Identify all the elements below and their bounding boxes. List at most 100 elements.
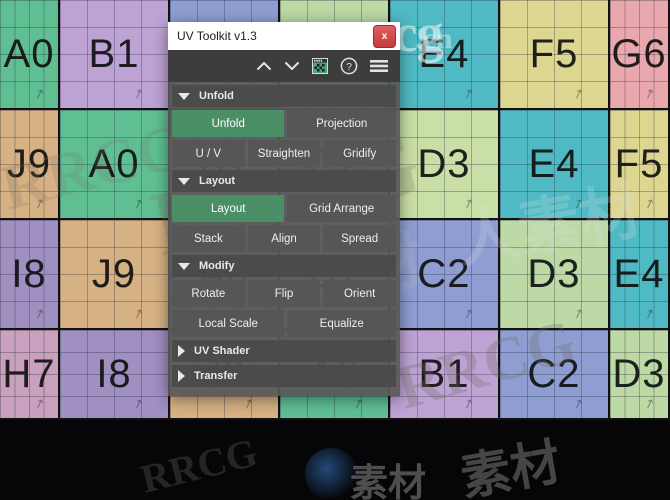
button-unfold[interactable]: Unfold — [172, 110, 285, 137]
uv-orientation-arrow-icon: ↗ — [130, 394, 147, 413]
uv-grid-cell: J9 ↗ — [0, 110, 60, 220]
uv-toolkit-window[interactable]: UV Toolkit v1.3 x ? Unfold Unfold Projec… — [168, 22, 400, 396]
uv-cell-label: C2 — [527, 352, 581, 396]
uv-grid-cell: H7↗ — [0, 330, 60, 420]
section-header-transfer[interactable]: Transfer — [172, 365, 396, 387]
uv-cell-label: D3 — [527, 252, 581, 296]
button-row: Rotate Flip Orient — [172, 280, 397, 307]
uv-orientation-arrow-icon: ↗ — [570, 304, 587, 323]
button-stack[interactable]: Stack — [172, 225, 245, 252]
uv-cell-label: H7 — [2, 352, 56, 396]
button-orient[interactable]: Orient — [323, 280, 397, 307]
chevron-down-icon — [178, 92, 190, 100]
uv-cell-label: G6 — [611, 32, 667, 76]
button-u-v[interactable]: U / V — [172, 140, 245, 167]
section-label: Modify — [199, 260, 235, 272]
uv-cell-label: F5 — [529, 32, 579, 76]
uv-orientation-arrow-icon: ↗ — [240, 394, 257, 413]
uv-cell-label: A0 — [3, 32, 55, 76]
uv-cell-label: B1 — [418, 352, 470, 396]
uv-orientation-arrow-icon: ↗ — [641, 394, 658, 413]
section-label: Transfer — [194, 370, 238, 382]
uv-grid-cell: D3 ↗ — [500, 220, 610, 330]
uv-grid-cell: B1↗ — [60, 0, 170, 110]
button-row: U / V Straighten Gridify — [172, 140, 397, 167]
uv-orientation-arrow-icon: ↗ — [570, 394, 587, 413]
button-align[interactable]: Align — [247, 225, 321, 252]
uv-cell-label: D3 — [612, 352, 666, 396]
uv-cell-label: E4 — [418, 32, 470, 76]
uv-orientation-arrow-icon: ↗ — [460, 194, 477, 213]
section-header-modify[interactable]: Modify — [172, 255, 396, 277]
section-header-unfold[interactable]: Unfold — [172, 85, 396, 107]
uv-grid-cell: D3 ↗ — [390, 110, 500, 220]
uv-orientation-arrow-icon: ↗ — [460, 304, 477, 323]
button-flip[interactable]: Flip — [247, 280, 321, 307]
button-gridify[interactable]: Gridify — [323, 140, 397, 167]
close-icon[interactable]: x — [373, 24, 396, 48]
uv-grid-cell: E4 ↗ — [610, 220, 670, 330]
uv-grid-cell: E4 ↗ — [500, 110, 610, 220]
uv-grid-cell: A0 ↗ — [0, 0, 60, 110]
button-projection[interactable]: Projection — [287, 110, 396, 137]
button-layout[interactable]: Layout — [172, 195, 285, 222]
uv-orientation-arrow-icon: ↗ — [31, 394, 48, 413]
button-grid-arrange[interactable]: Grid Arrange — [287, 195, 396, 222]
uv-grid-cell: F5 ↗ — [610, 110, 670, 220]
uv-grid-cell: G6 ↗ — [610, 0, 670, 110]
button-row: Unfold Projection — [172, 110, 396, 137]
uv-cell-label: F5 — [614, 142, 664, 186]
button-rotate[interactable]: Rotate — [172, 280, 245, 307]
uv-cell-label: B1 — [88, 32, 140, 76]
uv-orientation-arrow-icon: ↗ — [570, 194, 587, 213]
uv-cell-label: E4 — [613, 252, 665, 296]
chevron-down-icon — [178, 262, 190, 270]
expand-all-icon[interactable] — [284, 60, 300, 72]
uv-cell-label: C2 — [417, 252, 471, 296]
uv-cell-label: D3 — [417, 142, 471, 186]
uv-orientation-arrow-icon: ↗ — [641, 304, 658, 323]
product-banner: Python scripts for Autodesk Maya UV TOOL… — [0, 420, 670, 500]
uv-orientation-arrow-icon: ↗ — [460, 394, 477, 413]
uv-cell-label: E4 — [528, 142, 580, 186]
button-straighten[interactable]: Straighten — [247, 140, 321, 167]
uv-orientation-arrow-icon: ↗ — [130, 194, 147, 213]
collapse-all-icon[interactable] — [256, 60, 272, 72]
button-row: Local Scale Equalize — [172, 310, 396, 337]
uv-cell-label: A0 — [88, 142, 140, 186]
window-title: UV Toolkit v1.3 — [177, 29, 257, 43]
uv-orientation-arrow-icon: ↗ — [350, 394, 367, 413]
uv-cell-label: J9 — [6, 142, 52, 186]
uv-cell-label: J9 — [91, 252, 137, 296]
button-local-scale[interactable]: Local Scale — [172, 310, 285, 337]
help-icon[interactable]: ? — [340, 57, 358, 75]
panel-body: ? Unfold Unfold Projection U / V Straighten G… — [168, 50, 400, 396]
uv-cell-label: I8 — [11, 252, 47, 296]
uv-grid-cell: B1↗ — [390, 330, 500, 420]
section-header-layout[interactable]: Layout — [172, 170, 396, 192]
chevron-down-icon — [178, 177, 190, 185]
uv-grid-cell: A0 ↗ — [60, 110, 170, 220]
chevron-right-icon — [178, 345, 185, 357]
uv-grid-cell: C2↗ — [500, 330, 610, 420]
button-spread[interactable]: Spread — [323, 225, 397, 252]
uv-grid-cell: E4 ↗ — [390, 0, 500, 110]
uv-orientation-arrow-icon: ↗ — [31, 84, 48, 103]
section-label: UV Shader — [194, 345, 250, 357]
menu-icon[interactable] — [370, 59, 388, 73]
uv-orientation-arrow-icon: ↗ — [570, 84, 587, 103]
window-titlebar[interactable]: UV Toolkit v1.3 x — [168, 22, 400, 50]
uv-grid-cell: J9 ↗ — [60, 220, 170, 330]
screenshot-root: A0↗B1↗C2↗D3↗E4↗F5↗G6↗J9↗A0↗B1↗C2↗D3↗E4↗F… — [0, 0, 670, 500]
checker-map-icon[interactable] — [312, 58, 328, 74]
svg-text:?: ? — [346, 61, 352, 73]
uv-grid-cell: F5 ↗ — [500, 0, 610, 110]
uv-grid-cell: I8↗ — [60, 330, 170, 420]
uv-cell-label: I8 — [96, 352, 132, 396]
button-row: Layout Grid Arrange — [172, 195, 396, 222]
uv-grid-cell: C2 ↗ — [390, 220, 500, 330]
uv-orientation-arrow-icon: ↗ — [641, 194, 658, 213]
chevron-right-icon — [178, 370, 185, 382]
button-equalize[interactable]: Equalize — [287, 310, 396, 337]
section-header-uv-shader[interactable]: UV Shader — [172, 340, 396, 362]
